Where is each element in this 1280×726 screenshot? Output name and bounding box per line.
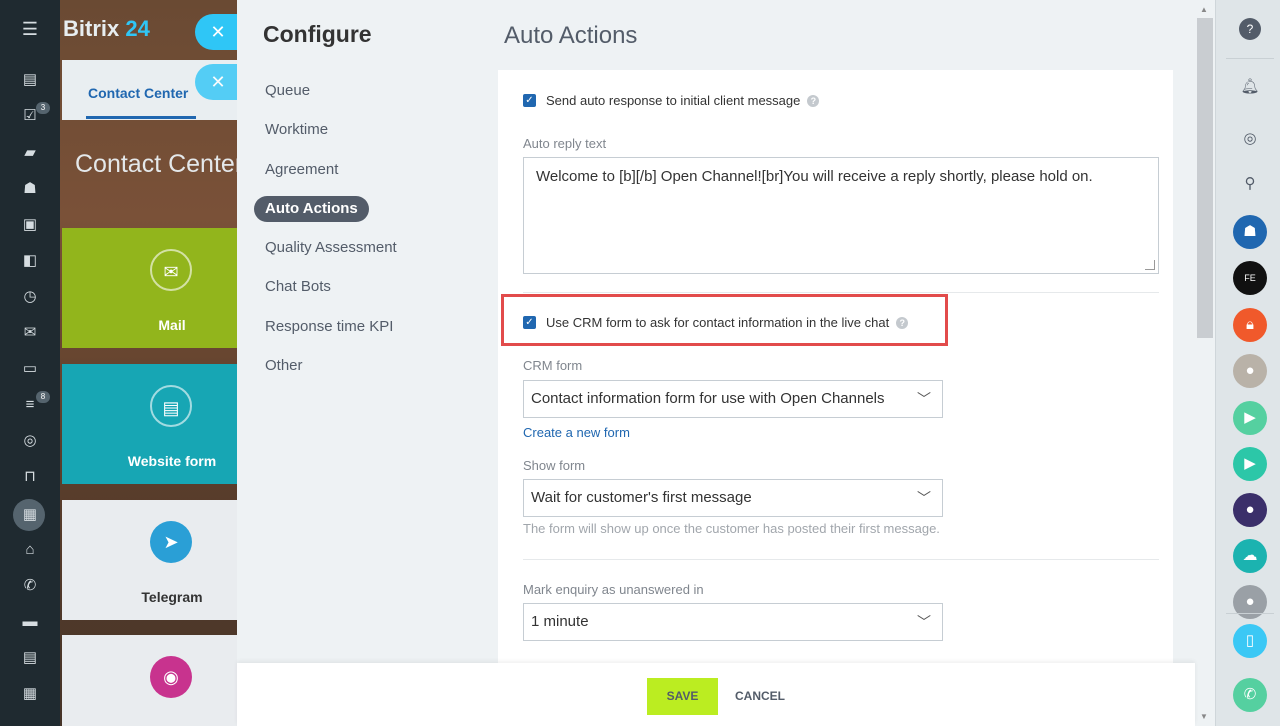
apps-icon[interactable]: ▦ (20, 505, 40, 525)
auto-response-row: ✓ Send auto response to initial client m… (523, 93, 820, 108)
separator (523, 559, 1159, 560)
close-icon-secondary[interactable]: ✕ (195, 64, 237, 100)
configure-item-quality-assessment[interactable]: Quality Assessment (254, 235, 408, 261)
store-icon[interactable]: ⌂ (20, 540, 40, 560)
tile-telegram[interactable]: ➤ Telegram (62, 500, 237, 620)
telegram-icon: ➤ (150, 521, 192, 563)
help-icon[interactable]: ? (896, 316, 909, 329)
unanswered-select-value: 1 minute (531, 613, 589, 630)
chevron-down-icon: ﹀ (917, 490, 931, 506)
cancel-button[interactable]: CANCEL (735, 678, 785, 715)
configure-item-response-time-kpi[interactable]: Response time KPI (254, 314, 408, 340)
auto-reply-textarea[interactable]: Welcome to [b][/b] Open Channel![br]You … (523, 157, 1159, 274)
scrollbar-thumb[interactable] (1197, 18, 1213, 338)
mobile-copy-icon[interactable]: ▯ (1233, 624, 1267, 658)
background-page-title: Contact Center (75, 150, 244, 178)
cloud-clock-icon[interactable]: ☁ (1233, 539, 1267, 573)
left-nav: ☰ ▤ ☑ 3 ▰ ☗ ▣ ◧ ◷ ✉ ▭ ≡ 8 ◎ ⊓ ▦ ⌂ ✆ ▬ ▤ … (0, 0, 60, 726)
tile-website-form[interactable]: ▤ Website form (62, 364, 237, 484)
auto-response-checkbox[interactable]: ✓ (523, 94, 536, 107)
calendar-icon[interactable]: ▭ (20, 359, 40, 379)
mail-nav-icon[interactable]: ✉ (20, 323, 40, 343)
clock-icon[interactable]: ◷ (20, 287, 40, 307)
contacts-icon[interactable]: ▣ (20, 215, 40, 235)
feed-icon[interactable]: ▤ (20, 70, 40, 90)
configure-nav: Queue Worktime Agreement Auto Actions Qu… (254, 78, 408, 392)
tasks-badge: 3 (36, 102, 50, 114)
divider (1226, 613, 1274, 614)
unanswered-label: Mark enquiry as unanswered in (523, 582, 704, 597)
box-icon[interactable]: ▬ (20, 612, 40, 632)
close-slider-button[interactable]: ✕ (195, 14, 237, 50)
auto-reply-text: Welcome to [b][/b] Open Channel![br]You … (536, 168, 1093, 185)
crm-form-label: CRM form (523, 358, 583, 373)
crm-form-checkbox[interactable]: ✓ (523, 316, 536, 329)
configure-item-queue[interactable]: Queue (254, 78, 408, 104)
document-icon[interactable]: ▤ (20, 648, 40, 668)
footer-bar: SAVE CANCEL (237, 663, 1195, 726)
configure-item-worktime[interactable]: Worktime (254, 117, 408, 143)
show-form-label: Show form (523, 458, 586, 473)
configure-item-agreement[interactable]: Agreement (254, 157, 408, 183)
configure-item-chat-bots[interactable]: Chat Bots (254, 274, 408, 300)
help-circle-icon[interactable]: ? (1239, 18, 1261, 40)
configure-item-other[interactable]: Other (254, 353, 408, 379)
crm-form-select[interactable]: Contact information form for use with Op… (523, 380, 943, 418)
tab-contact-center[interactable]: Contact Center (88, 85, 188, 101)
lock-icon[interactable]: 🔒︎ (1233, 308, 1267, 342)
avatar-fusion-icon[interactable]: FE (1233, 261, 1267, 295)
show-form-select[interactable]: Wait for customer's first message ﹀ (523, 479, 943, 517)
filter-badge: 8 (36, 391, 50, 403)
tab-underline (86, 116, 196, 119)
instagram-icon: ◉ (150, 656, 192, 698)
phone-icon[interactable]: ✆ (20, 576, 40, 596)
scroll-up-icon[interactable]: ▲ (1200, 5, 1208, 14)
chevron-down-icon: ﹀ (917, 614, 931, 630)
cart-icon[interactable]: ⊓ (20, 467, 40, 487)
avatar-group-icon[interactable]: ● (1233, 493, 1267, 527)
crm-form-row: ✓ Use CRM form to ask for contact inform… (523, 315, 909, 330)
chat-icon[interactable]: ▰ (20, 143, 40, 163)
target-icon[interactable]: ◎ (20, 431, 40, 451)
right-sidebar: ? 🔔︎ ◎ ⚲ ☗ FE 🔒︎ ● ▶ ▶ ● ☁ ● ▯ ✆ (1215, 0, 1280, 726)
video-call-icon[interactable]: ▶ (1233, 401, 1267, 435)
auto-response-label[interactable]: Send auto response to initial client mes… (546, 93, 800, 108)
groups-icon[interactable]: ☗ (20, 179, 40, 199)
chevron-down-icon: ﹀ (917, 391, 931, 407)
scrollbar[interactable]: ▲ ▼ (1195, 0, 1215, 726)
form-icon: ▤ (150, 385, 192, 427)
bitrix-logo: Bitrix 24 (63, 16, 150, 41)
search-icon[interactable]: ⚲ (1233, 167, 1267, 201)
show-form-select-value: Wait for customer's first message (531, 489, 752, 506)
configure-title: Configure (263, 21, 372, 47)
page-title: Auto Actions (504, 22, 638, 49)
configure-item-auto-actions[interactable]: Auto Actions (254, 195, 369, 222)
configure-slider: Configure Queue Worktime Agreement Auto … (237, 0, 1215, 726)
bell-icon[interactable]: 🔔︎ (1233, 70, 1267, 104)
save-button[interactable]: SAVE (647, 678, 718, 715)
tile-instagram[interactable]: ◉ (62, 635, 237, 726)
avatar-user-icon[interactable]: ● (1233, 354, 1267, 388)
scroll-down-icon[interactable]: ▼ (1200, 712, 1208, 721)
separator (523, 292, 1159, 293)
resize-handle-icon[interactable] (1145, 260, 1155, 270)
divider (1226, 58, 1274, 59)
tile-mail[interactable]: ✉ Mail (62, 228, 237, 348)
show-form-hint: The form will show up once the customer … (523, 521, 940, 536)
mail-icon: ✉ (150, 249, 192, 291)
schedule-icon[interactable]: ▦ (20, 684, 40, 704)
phone-call-icon[interactable]: ✆ (1233, 678, 1267, 712)
auto-reply-label: Auto reply text (523, 136, 607, 151)
create-new-form-link[interactable]: Create a new form (523, 425, 630, 440)
open-channel-chat-icon[interactable]: ☗ (1233, 215, 1267, 249)
crm-icon[interactable]: ◧ (20, 251, 40, 271)
crm-form-select-value: Contact information form for use with Op… (531, 390, 885, 407)
video-call-icon-2[interactable]: ▶ (1233, 447, 1267, 481)
unanswered-select[interactable]: 1 minute ﹀ (523, 603, 943, 641)
hamburger-icon[interactable]: ☰ (20, 19, 40, 39)
auto-actions-card: ✓ Send auto response to initial client m… (498, 70, 1173, 670)
help-icon[interactable]: ? (807, 94, 820, 107)
crm-form-checkbox-label[interactable]: Use CRM form to ask for contact informat… (546, 315, 889, 330)
chat-bubble-icon[interactable]: ◎ (1233, 122, 1267, 156)
